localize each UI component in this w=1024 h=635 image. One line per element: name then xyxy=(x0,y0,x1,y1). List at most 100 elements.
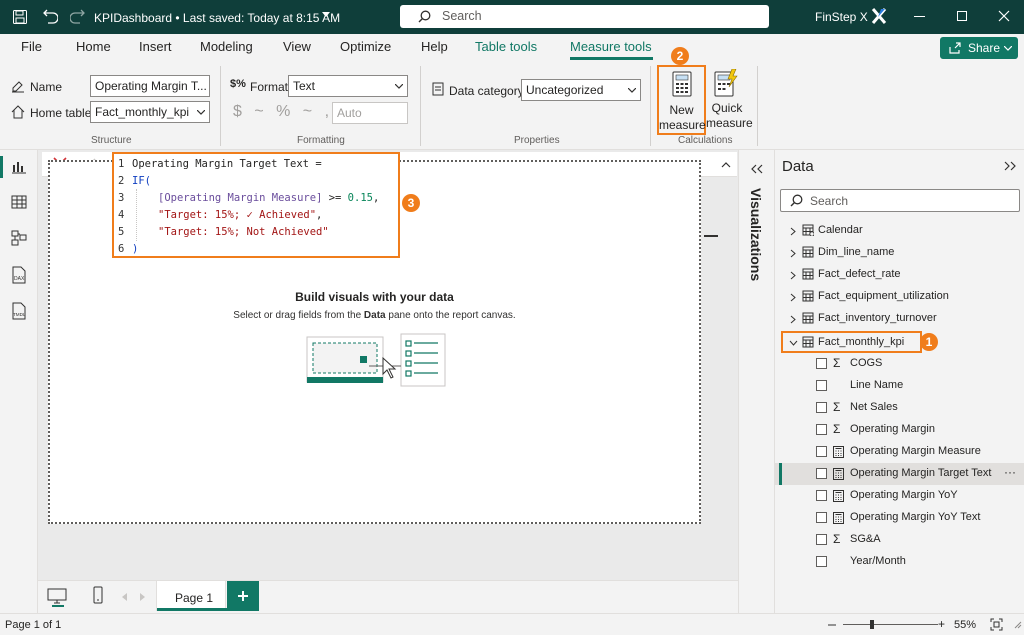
next-page-icon[interactable] xyxy=(140,593,146,601)
home-icon xyxy=(11,105,25,119)
saved-dropdown-icon[interactable] xyxy=(322,12,330,18)
tab-measure-tools[interactable]: Measure tools xyxy=(570,39,652,54)
tab-help[interactable]: Help xyxy=(421,39,448,54)
data-pane: Data Search Calendar Dim_line_name Fact_… xyxy=(774,150,1024,613)
data-search-input[interactable]: Search xyxy=(780,189,1020,212)
fit-to-page-icon[interactable] xyxy=(990,618,1003,631)
new-measure-button[interactable]: New measure xyxy=(657,65,706,135)
field-checkbox[interactable] xyxy=(816,556,827,567)
tab-optimize[interactable]: Optimize xyxy=(340,39,391,54)
tab-insert[interactable]: Insert xyxy=(139,39,172,54)
undo-icon[interactable] xyxy=(42,8,58,24)
zoom-slider[interactable] xyxy=(843,620,938,629)
user-avatar[interactable] xyxy=(868,5,890,27)
field-checkbox[interactable] xyxy=(816,402,827,413)
format-select[interactable]: Text xyxy=(288,75,408,97)
desktop-layout-icon[interactable] xyxy=(47,588,67,604)
table-fact-monthly-kpi[interactable]: Fact_monthly_kpi xyxy=(781,331,922,353)
quick-measure-icon xyxy=(714,69,738,97)
field-net-sales[interactable]: Σ Net Sales xyxy=(775,397,1024,419)
tmdl-view-icon[interactable]: TMDL xyxy=(10,302,28,320)
table-fact-inventory-turnover[interactable]: Fact_inventory_turnover xyxy=(775,308,1024,330)
data-category-select[interactable]: Uncategorized xyxy=(521,79,641,101)
tab-home[interactable]: Home xyxy=(76,39,111,54)
tab-file[interactable]: File xyxy=(21,39,42,54)
chevron-right-icon[interactable] xyxy=(790,315,796,324)
model-view-icon[interactable] xyxy=(11,230,27,246)
field-checkbox[interactable] xyxy=(816,358,827,369)
field-operating-margin-yoy[interactable]: Operating Margin YoY xyxy=(775,485,1024,507)
status-bar: Page 1 of 1 + 55% xyxy=(0,613,1024,635)
maximize-icon[interactable] xyxy=(957,11,967,21)
field-operating-margin-measure[interactable]: Operating Margin Measure xyxy=(775,441,1024,463)
fit-page-icon[interactable] xyxy=(827,620,837,630)
zoom-slider-thumb[interactable] xyxy=(870,620,874,629)
tab-modeling[interactable]: Modeling xyxy=(200,39,253,54)
field-year-month[interactable]: Year/Month xyxy=(775,551,1024,573)
chevron-right-icon[interactable] xyxy=(790,249,796,258)
dax-query-view-icon[interactable]: DAX xyxy=(10,266,28,284)
zoom-in-icon[interactable]: + xyxy=(938,618,945,630)
field-operating-margin-yoy-text[interactable]: Operating Margin YoY Text xyxy=(775,507,1024,529)
collapse-formula-icon[interactable] xyxy=(721,162,731,168)
field-sga[interactable]: Σ SG&A xyxy=(775,529,1024,551)
name-input[interactable]: Operating Margin T... xyxy=(90,75,210,97)
tab-view[interactable]: View xyxy=(283,39,311,54)
calendar-table-icon xyxy=(802,224,814,236)
field-checkbox[interactable] xyxy=(816,512,827,523)
share-button[interactable]: Share xyxy=(940,37,1018,59)
expand-visualizations-icon[interactable] xyxy=(751,164,763,174)
page-tab[interactable]: Page 1 xyxy=(156,581,227,611)
search-box[interactable]: Search xyxy=(400,5,769,28)
tab-table-tools[interactable]: Table tools xyxy=(475,39,537,54)
page-tab-label: Page 1 xyxy=(175,591,214,605)
empty-canvas-title: Build visuals with your data xyxy=(295,290,454,304)
add-page-button[interactable] xyxy=(227,581,259,611)
more-options-icon[interactable]: ··· xyxy=(1004,465,1016,479)
chevron-down-icon[interactable] xyxy=(789,340,798,346)
close-window-icon[interactable] xyxy=(998,10,1010,22)
field-checkbox[interactable] xyxy=(816,468,827,479)
share-label: Share xyxy=(968,41,1001,55)
collapse-data-pane-icon[interactable] xyxy=(1004,161,1016,171)
save-icon[interactable] xyxy=(12,9,28,25)
field-line-name[interactable]: Line Name xyxy=(775,375,1024,397)
redo-icon[interactable] xyxy=(70,8,86,24)
divider xyxy=(650,66,651,146)
quick-measure-button[interactable]: Quick measure xyxy=(706,65,753,135)
active-view-indicator xyxy=(0,156,3,178)
field-checkbox[interactable] xyxy=(816,446,827,457)
visualizations-pane-collapsed[interactable]: Visualizations xyxy=(738,150,774,613)
title-bar: KPIDashboard • Last saved: Today at 8:15… xyxy=(0,0,1024,34)
table-name: Fact_defect_rate xyxy=(818,268,901,280)
report-view-icon[interactable] xyxy=(11,160,27,174)
comma: , xyxy=(372,192,380,204)
decimal-places-input[interactable]: Auto xyxy=(332,102,408,124)
table-fact-defect-rate[interactable]: Fact_defect_rate xyxy=(775,264,1024,286)
share-icon xyxy=(949,42,961,54)
dax-formula-editor[interactable]: 1 2 3 4 5 6 Operating Margin Target Text… xyxy=(112,152,400,258)
field-checkbox[interactable] xyxy=(816,490,827,501)
mobile-layout-icon[interactable] xyxy=(93,586,103,604)
table-calendar[interactable]: Calendar xyxy=(775,220,1024,242)
table-fact-equipment-utilization[interactable]: Fact_equipment_utilization xyxy=(775,286,1024,308)
field-checkbox[interactable] xyxy=(816,380,827,391)
table-view-icon[interactable] xyxy=(11,195,27,209)
field-operating-margin-target-text[interactable]: Operating Margin Target Text ··· xyxy=(775,463,1024,485)
home-table-select[interactable]: Fact_monthly_kpi xyxy=(90,101,210,123)
field-checkbox[interactable] xyxy=(816,534,827,545)
search-icon xyxy=(790,194,803,207)
user-name[interactable]: FinStep X xyxy=(815,10,868,24)
minimize-icon[interactable] xyxy=(914,16,925,17)
line-number: 1 xyxy=(118,158,125,170)
currency-percent-comma-buttons[interactable]: $ ~ % ~ , xyxy=(233,103,333,121)
chevron-right-icon[interactable] xyxy=(790,271,796,280)
field-checkbox[interactable] xyxy=(816,424,827,435)
chevron-right-icon[interactable] xyxy=(790,227,796,236)
field-operating-margin[interactable]: Σ Operating Margin xyxy=(775,419,1024,441)
field-cogs[interactable]: Σ COGS xyxy=(775,353,1024,375)
table-dim-line-name[interactable]: Dim_line_name xyxy=(775,242,1024,264)
chevron-right-icon[interactable] xyxy=(790,293,796,302)
prev-page-icon[interactable] xyxy=(122,593,128,601)
field-name: Year/Month xyxy=(850,555,906,567)
